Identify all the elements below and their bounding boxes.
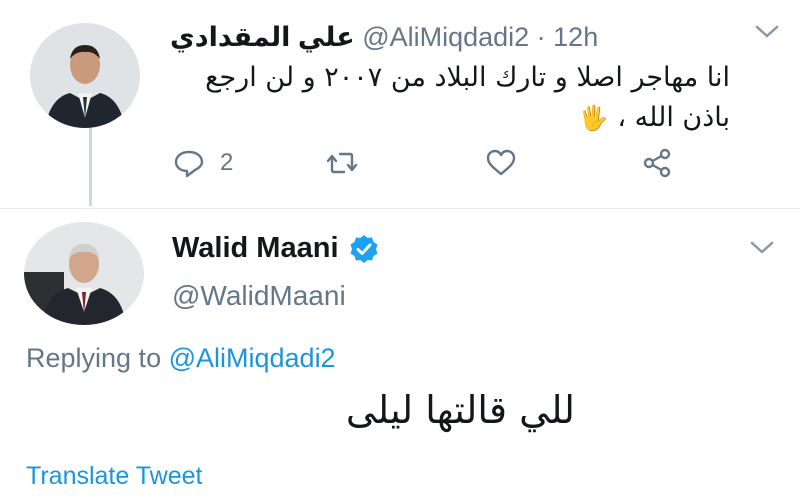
tweet-divider: [0, 208, 800, 209]
retweet-button[interactable]: [325, 146, 359, 180]
raised-hand-emoji: 🖐: [578, 104, 609, 132]
retweet-icon: [326, 152, 358, 174]
replying-to-line: Replying to @AliMiqdadi2: [26, 343, 336, 374]
avatar[interactable]: [24, 222, 144, 325]
chevron-down-icon[interactable]: [753, 22, 781, 42]
avatar-image: [30, 23, 140, 128]
verified-badge-icon: [350, 234, 377, 263]
avatar[interactable]: [30, 23, 140, 128]
tweet-text: انا مهاجر اصلا و تارك البلاد من ٢٠٠٧ و ل…: [170, 58, 730, 138]
reply-icon: [174, 150, 204, 178]
handle-and-time[interactable]: @AliMiqdadi2 · 12h: [362, 22, 598, 52]
share-icon: [643, 148, 671, 178]
tweet-text: للي قالتها ليلى: [345, 388, 575, 432]
replying-to-handle-link[interactable]: @AliMiqdadi2: [169, 343, 336, 373]
author-name-row: Walid Maani: [172, 232, 379, 265]
thread-connector-line: [89, 128, 92, 206]
like-icon: [486, 149, 516, 176]
reply-button[interactable]: 2: [172, 146, 233, 180]
reply-count: 2: [220, 149, 234, 176]
chevron-down-icon[interactable]: [748, 238, 776, 258]
avatar-image: [24, 222, 144, 325]
author-name[interactable]: علي المقدادي: [170, 22, 355, 52]
author-handle[interactable]: @WalidMaani: [172, 280, 346, 312]
translate-tweet-link[interactable]: Translate Tweet: [26, 462, 202, 491]
tweet-actions: 2: [170, 146, 700, 182]
share-button[interactable]: [640, 146, 674, 180]
tweet-text-content: انا مهاجر اصلا و تارك البلاد من ٢٠٠٧ و ل…: [205, 62, 730, 133]
author-name[interactable]: Walid Maani: [172, 232, 339, 265]
replying-prefix: Replying to: [26, 343, 169, 373]
like-button[interactable]: [484, 146, 518, 180]
tweet-header: علي المقدادي @AliMiqdadi2 · 12h: [170, 22, 598, 53]
